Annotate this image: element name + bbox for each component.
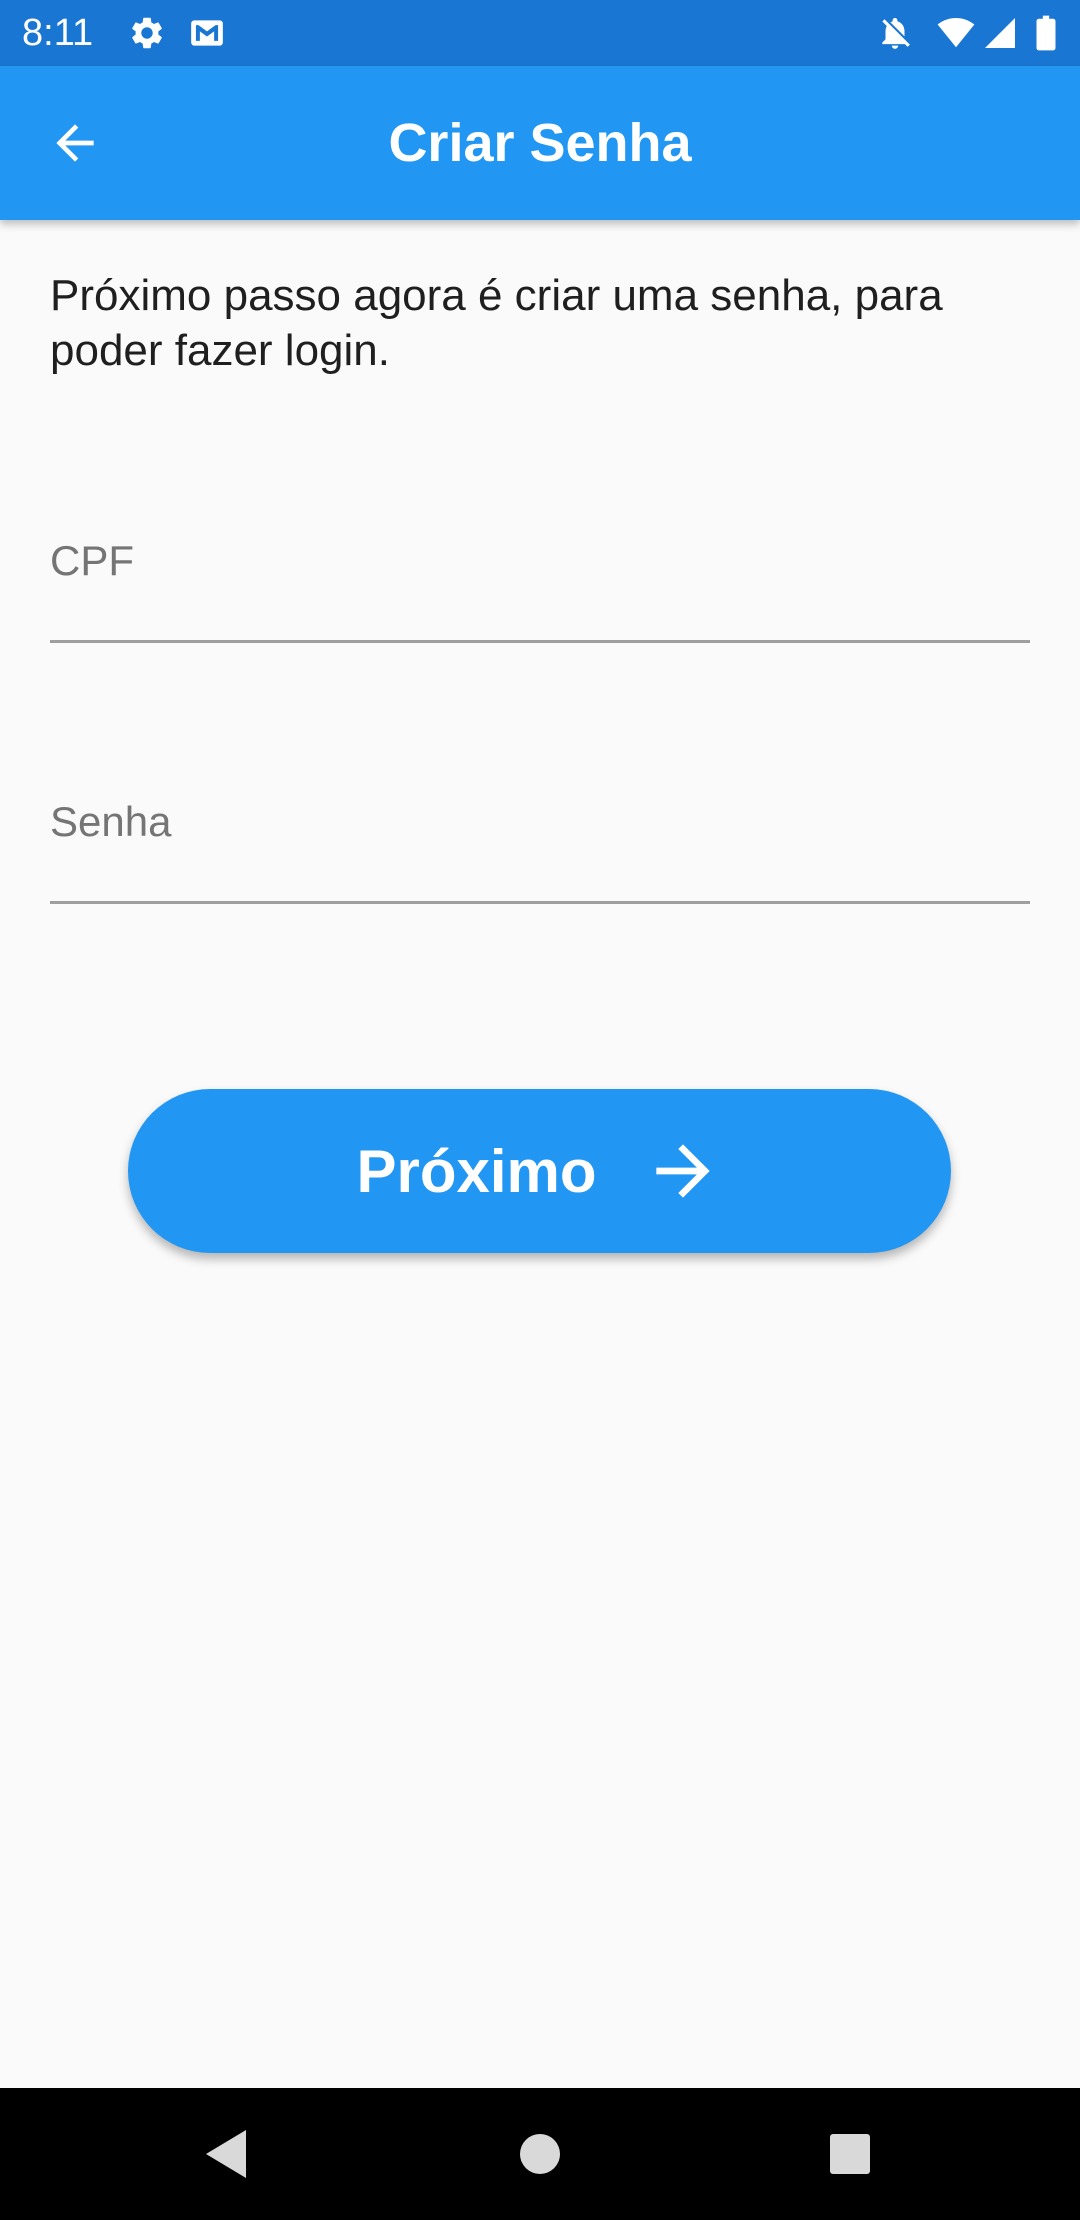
next-button-label: Próximo <box>356 1137 597 1205</box>
wifi-icon <box>937 17 975 48</box>
gmail-icon <box>191 20 223 46</box>
nav-recents-button[interactable] <box>808 2112 892 2196</box>
app-bar: Criar Senha <box>0 66 1080 220</box>
password-field: Senha <box>50 797 1030 907</box>
signal-icon <box>985 18 1015 48</box>
recents-square-icon <box>830 2134 870 2174</box>
gear-icon <box>132 17 162 49</box>
password-input[interactable] <box>50 797 1030 893</box>
page-title: Criar Senha <box>388 113 692 173</box>
cpf-field-underline <box>50 640 1030 643</box>
password-field-underline <box>50 901 1030 904</box>
status-bar: 8:11 <box>0 0 1080 66</box>
cpf-field: CPF <box>50 536 1030 646</box>
nav-back-button[interactable] <box>184 2112 268 2196</box>
screen: 8:11 Criar Senha Próximo passo agora é c… <box>0 0 1080 2220</box>
nav-bar <box>0 2088 1080 2220</box>
notifications-off-icon <box>882 17 910 49</box>
status-time: 8:11 <box>22 12 94 54</box>
back-button[interactable] <box>30 98 120 188</box>
home-circle-icon <box>520 2134 560 2174</box>
cpf-input[interactable] <box>50 536 1030 632</box>
arrow-back-icon <box>56 124 94 162</box>
next-button[interactable]: Próximo <box>128 1089 951 1253</box>
arrow-forward-icon <box>655 1144 710 1198</box>
intro-text: Próximo passo agora é criar uma senha, p… <box>50 271 943 375</box>
back-triangle-icon <box>206 2130 246 2178</box>
nav-home-button[interactable] <box>498 2112 582 2196</box>
battery-icon <box>1036 15 1056 51</box>
